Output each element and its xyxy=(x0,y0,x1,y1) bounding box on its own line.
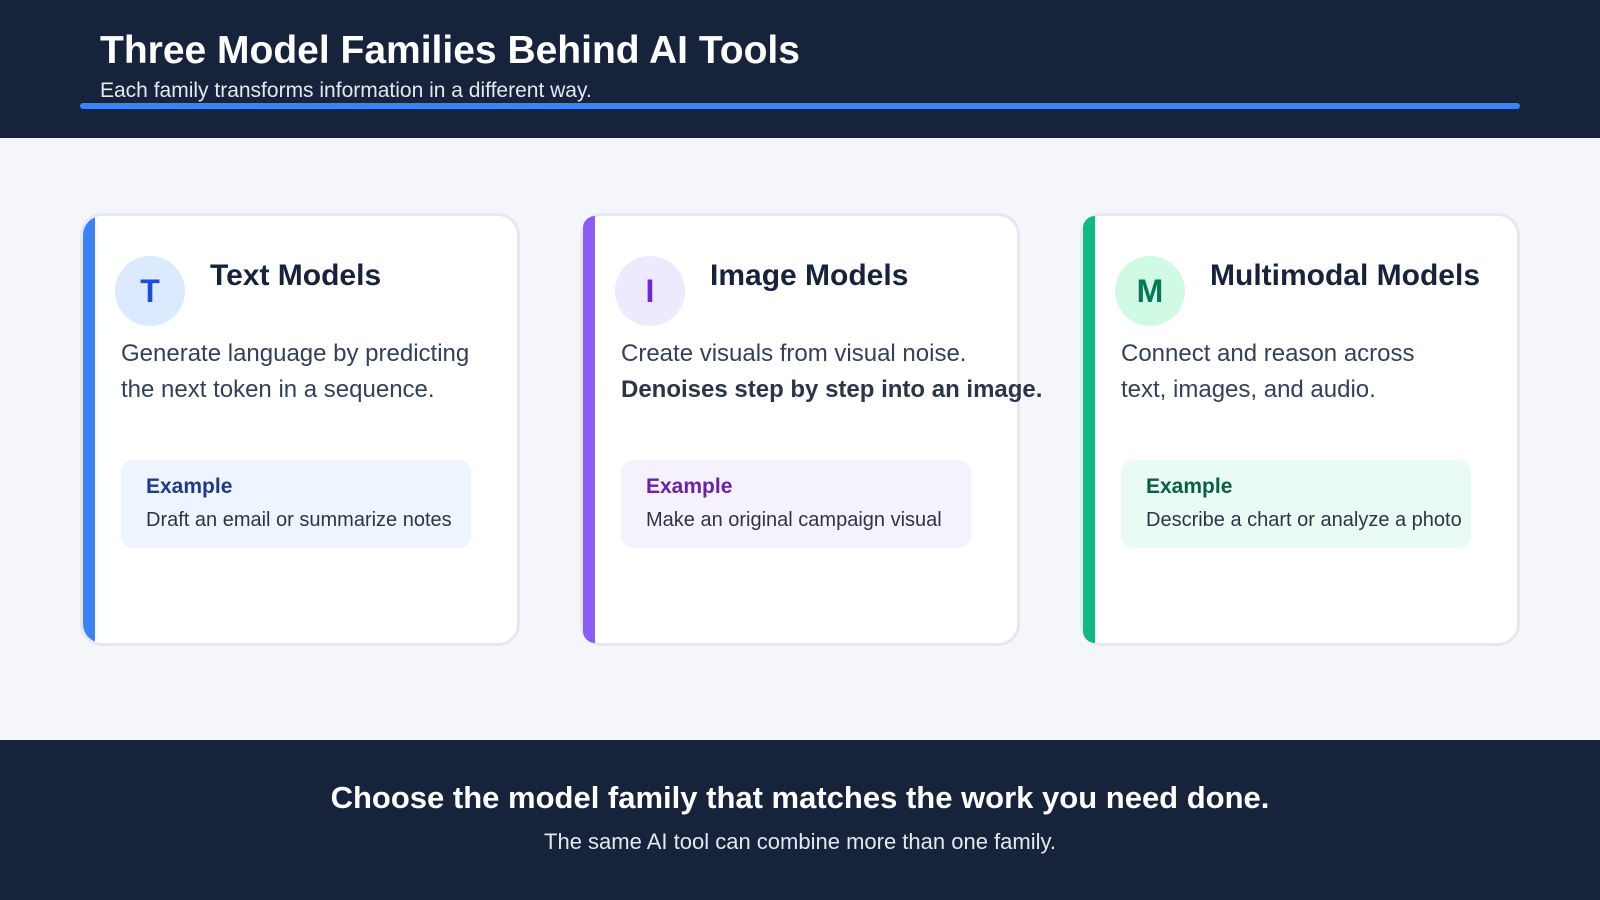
example-label: Example xyxy=(146,475,233,498)
page-subtitle: Each family transforms information in a … xyxy=(100,79,592,102)
description-line: text, images, and audio. xyxy=(1121,376,1376,403)
example-text: Make an original campaign visual xyxy=(646,509,942,531)
card-title: Text Models xyxy=(210,259,382,292)
card-accent-bar xyxy=(583,216,595,643)
text-model-icon: T xyxy=(115,256,185,326)
description-line: the next token in a sequence. xyxy=(121,376,435,403)
description-line: Connect and reason across xyxy=(1121,340,1415,367)
header-banner: Three Model Families Behind AI Tools Eac… xyxy=(0,0,1600,138)
card-description: Create visuals from visual noise. Denois… xyxy=(621,336,1043,408)
example-box: Example Describe a chart or analyze a ph… xyxy=(1121,460,1471,548)
card-description: Connect and reason across text, images, … xyxy=(1121,336,1521,408)
card-multimodal-models: M Multimodal Models Connect and reason a… xyxy=(1080,213,1520,646)
card-text-models: T Text Models Generate language by predi… xyxy=(80,213,520,646)
example-text: Describe a chart or analyze a photo xyxy=(1146,509,1462,531)
page-title: Three Model Families Behind AI Tools xyxy=(100,29,800,72)
card-title: Image Models xyxy=(710,259,909,292)
multimodal-model-icon: M xyxy=(1115,256,1185,326)
card-accent-bar xyxy=(1083,216,1095,643)
description-line-emphasis: Denoises step by step into an image. xyxy=(621,376,1043,403)
description-line: Generate language by predicting xyxy=(121,340,470,367)
example-box: Example Draft an email or summarize note… xyxy=(121,460,471,548)
footer-title: Choose the model family that matches the… xyxy=(330,780,1270,815)
example-box: Example Make an original campaign visual xyxy=(621,460,971,548)
card-accent-bar xyxy=(83,216,95,643)
example-label: Example xyxy=(1146,475,1233,498)
card-title: Multimodal Models xyxy=(1210,259,1480,292)
footer-subtitle: The same AI tool can combine more than o… xyxy=(544,829,1056,854)
footer-banner: Choose the model family that matches the… xyxy=(0,740,1600,900)
image-model-icon: I xyxy=(615,256,685,326)
card-image-models: I Image Models Create visuals from visua… xyxy=(580,213,1043,646)
card-description: Generate language by predicting the next… xyxy=(121,336,517,408)
example-text: Draft an email or summarize notes xyxy=(146,509,452,531)
example-label: Example xyxy=(646,475,733,498)
header-rule xyxy=(80,103,1520,109)
description-line: Create visuals from visual noise. xyxy=(621,340,967,367)
